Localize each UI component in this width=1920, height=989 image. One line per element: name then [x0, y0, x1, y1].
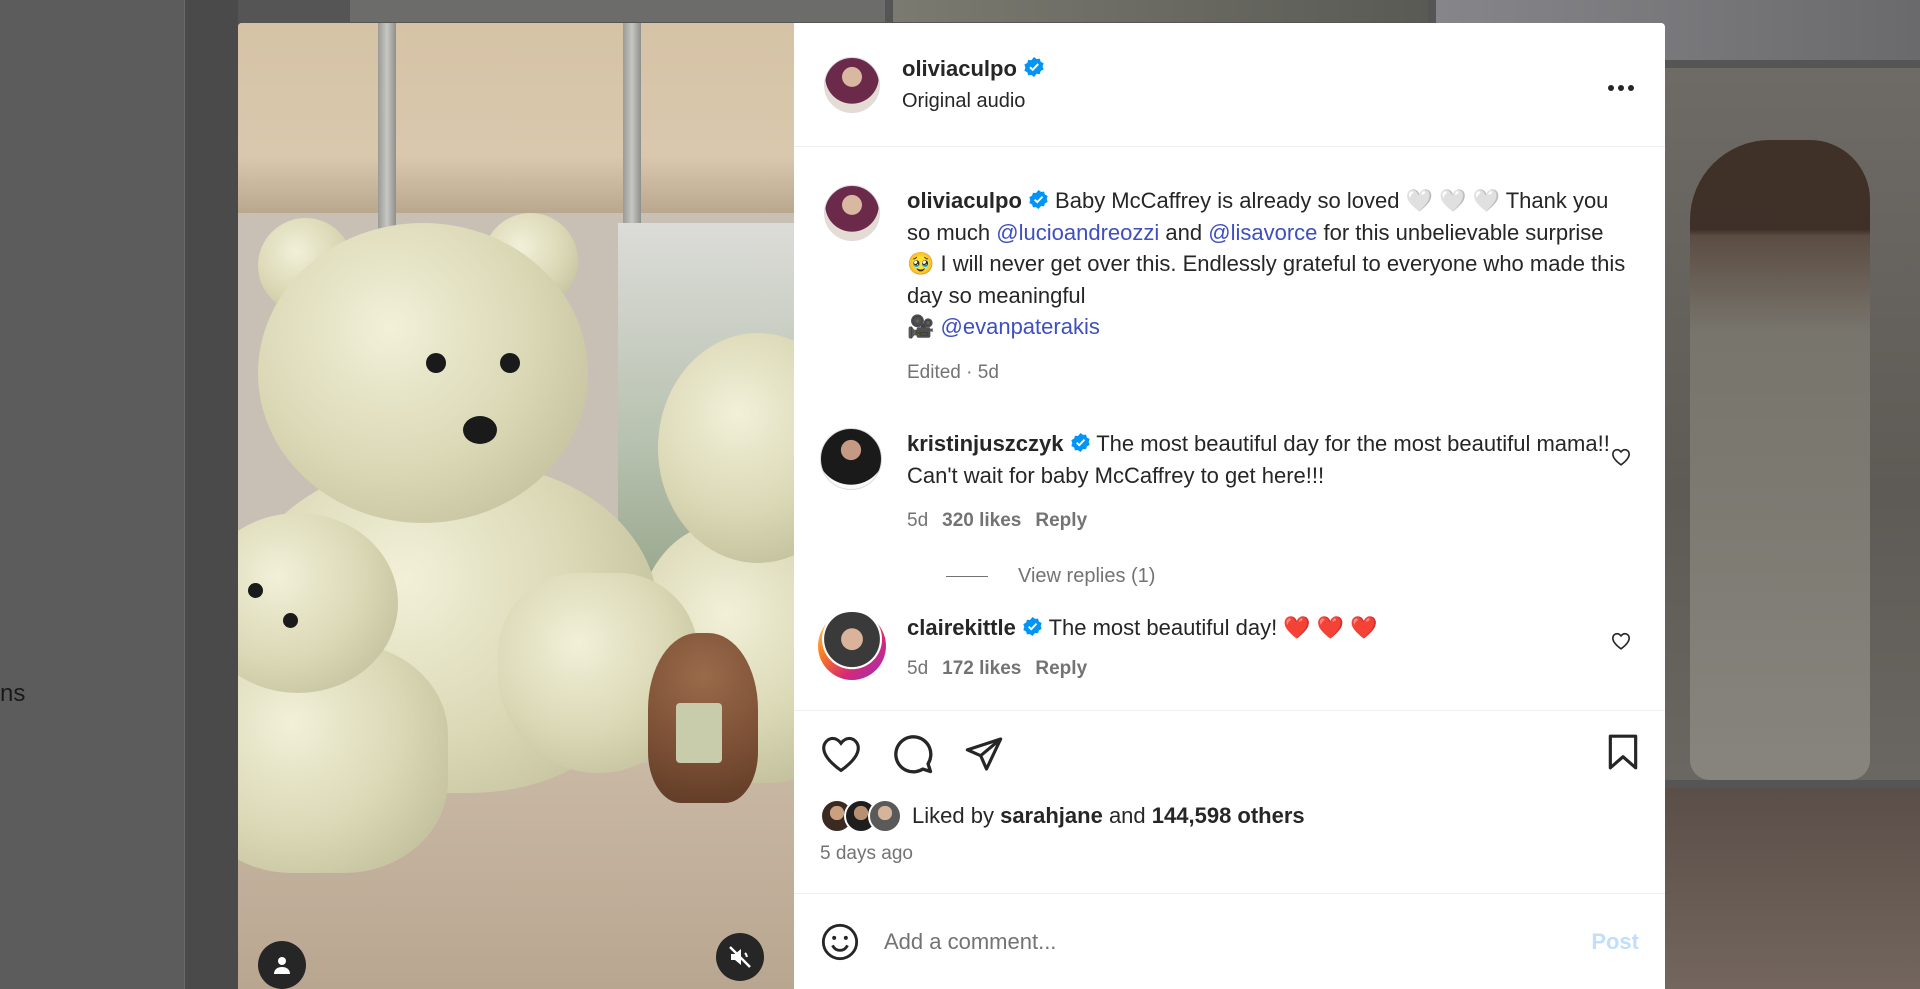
comment-likes[interactable]: 172 likes: [942, 653, 1021, 685]
flower-bear-head: [258, 223, 588, 523]
background-tile: [893, 0, 1428, 22]
bear-nose: [463, 416, 497, 444]
tent-ceiling: [238, 23, 794, 213]
camera-emoji: 🎥: [907, 314, 935, 339]
likes-count[interactable]: 144,598 others: [1152, 803, 1305, 829]
bear-eye: [283, 613, 298, 628]
view-replies-label: View replies (1): [1018, 564, 1156, 587]
liked-by-and: and: [1108, 803, 1146, 828]
verified-badge-icon: [1023, 616, 1042, 636]
author-username[interactable]: oliviaculpo: [902, 56, 1017, 81]
tagged-users-button[interactable]: [258, 941, 306, 989]
author-avatar[interactable]: [824, 56, 880, 113]
more-horizontal-icon: [1608, 85, 1634, 91]
liker-avatar: [868, 799, 902, 833]
commenter-username[interactable]: kristinjuszczyk: [907, 431, 1064, 456]
post-video[interactable]: [238, 23, 794, 989]
comment-time: 5d: [907, 658, 929, 679]
caption-text: and: [1165, 219, 1203, 245]
commenter-username[interactable]: clairekittle: [907, 615, 1016, 640]
caption-meta: Edited · 5d: [907, 361, 999, 383]
replies-divider: [946, 575, 988, 577]
post-details-panel: oliviaculpo Original audio oliviaculpo B…: [794, 23, 1665, 989]
verified-badge-icon: [1070, 432, 1090, 453]
background-photo-figure: [1690, 140, 1870, 780]
more-options-button[interactable]: [1607, 73, 1635, 93]
mention-link[interactable]: @lucioandreozzi: [996, 220, 1159, 245]
commenter-avatar-story-ring[interactable]: [818, 611, 886, 680]
like-comment-heart-icon[interactable]: [1611, 448, 1631, 466]
reply-button[interactable]: Reply: [1035, 653, 1087, 685]
liker-avatars: [820, 799, 902, 833]
puppy-bow: [676, 703, 722, 763]
verified-badge-icon: [1029, 189, 1048, 210]
comment-item: clairekittle The most beautiful day! ❤️ …: [818, 611, 1635, 685]
audio-label[interactable]: Original audio: [902, 90, 1045, 113]
post-comment-button[interactable]: Post: [1591, 929, 1639, 955]
mention-link[interactable]: @lisavorce: [1208, 220, 1317, 245]
post-header: oliviaculpo Original audio: [794, 23, 1665, 147]
commenter-avatar[interactable]: [820, 428, 882, 490]
background-tile: [1665, 788, 1920, 989]
background-nav-text: ns: [0, 680, 26, 707]
view-replies-button[interactable]: View replies (1): [946, 565, 1635, 588]
like-comment-heart-icon[interactable]: [1611, 632, 1631, 650]
comment-input[interactable]: [884, 928, 1534, 955]
like-heart-icon[interactable]: [820, 735, 862, 773]
comment-time: 5d: [907, 510, 929, 531]
post-modal: oliviaculpo Original audio oliviaculpo B…: [238, 23, 1665, 989]
post-timestamp[interactable]: 5 days ago: [820, 843, 1639, 865]
share-send-icon[interactable]: [964, 734, 1004, 774]
mention-link[interactable]: @evanpaterakis: [941, 314, 1100, 339]
likes-summary[interactable]: Liked by sarahjane and 144,598 others: [820, 799, 1639, 833]
caption-author[interactable]: oliviaculpo: [907, 188, 1022, 213]
comments-section[interactable]: oliviaculpo Baby McCaffrey is already so…: [794, 147, 1665, 711]
verified-badge-icon: [1024, 57, 1044, 77]
comment-bubble-icon[interactable]: [892, 733, 934, 775]
bear-eye: [248, 583, 263, 598]
mute-button[interactable]: [716, 933, 764, 981]
save-bookmark-icon[interactable]: [1607, 733, 1639, 771]
user-icon: [274, 957, 290, 974]
emoji-icon[interactable]: [820, 922, 860, 962]
background-sidebar: [0, 0, 185, 989]
liked-by-prefix: Liked by: [912, 803, 994, 828]
background-tile: [350, 0, 885, 22]
comment-likes[interactable]: 320 likes: [942, 505, 1021, 537]
caption: oliviaculpo Baby McCaffrey is already so…: [824, 185, 1635, 388]
bear-eye: [500, 353, 520, 373]
liked-by-user[interactable]: sarahjane: [1000, 803, 1103, 829]
bear-eye: [426, 353, 446, 373]
speaker-muted-icon: [729, 946, 751, 968]
add-comment-bar: Post: [794, 893, 1665, 989]
caption-author-avatar[interactable]: [824, 185, 880, 241]
comment-text: The most beautiful day! ❤️ ❤️ ❤️: [1048, 614, 1378, 640]
comment-item: kristinjuszczyk The most beautiful day f…: [820, 428, 1635, 537]
post-actions: Liked by sarahjane and 144,598 others 5 …: [794, 711, 1665, 893]
reply-button[interactable]: Reply: [1035, 505, 1087, 537]
